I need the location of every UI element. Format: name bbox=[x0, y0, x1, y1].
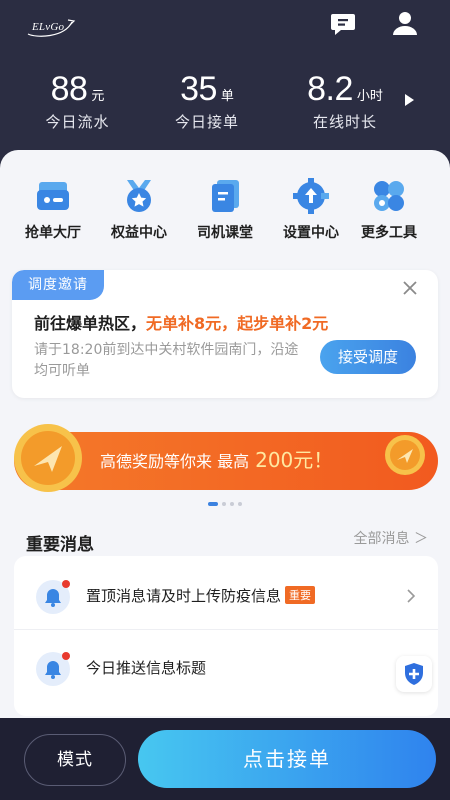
tool-label: 设置中心 bbox=[283, 225, 339, 241]
tool-label: 更多工具 bbox=[361, 225, 417, 241]
dispatch-title-highlight: 无单补8元，起步单补2元 bbox=[146, 314, 329, 333]
message-icon[interactable] bbox=[330, 10, 356, 36]
bottom-bar: 模式 点击接单 bbox=[0, 718, 450, 800]
tool-label: 权益中心 bbox=[111, 225, 167, 241]
tool-label: 抢单大厅 bbox=[25, 225, 81, 241]
messages-heading: 重要消息 bbox=[26, 535, 94, 555]
carousel-dots bbox=[208, 502, 248, 508]
header: ELvGo 88 元 今日流水 35 单 今日接单 8.2 小时 在线时长 bbox=[0, 0, 450, 150]
play-arrow-icon[interactable] bbox=[402, 92, 416, 106]
dispatch-card: 调度邀请 前往爆单热区，无单补8元，起步单补2元 请于18:20前到达中关村软件… bbox=[12, 270, 438, 398]
tool-label: 司机课堂 bbox=[197, 225, 253, 241]
order-hall-icon bbox=[37, 182, 69, 210]
dispatch-tag: 调度邀请 bbox=[12, 270, 104, 300]
all-messages-link[interactable]: 全部消息 ＞ bbox=[354, 528, 428, 548]
stat-value: 8.2 bbox=[307, 70, 353, 108]
shield-icon bbox=[405, 663, 423, 685]
tool-more[interactable]: 更多工具 bbox=[346, 178, 432, 242]
dispatch-title-prefix: 前往爆单热区， bbox=[34, 314, 147, 333]
main-panel: 抢单大厅 权益中心 司机课堂 设置中心 更多工具 调度邀请 前往爆单热区，无单补… bbox=[0, 150, 450, 730]
stat-income[interactable]: 88 元 今日流水 bbox=[30, 70, 125, 132]
dispatch-description: 请于18:20前到达中关村软件园南门，沿途均可听单 bbox=[34, 342, 299, 379]
bell-icon bbox=[34, 578, 72, 616]
message-title: 今日推送信息标题 bbox=[86, 659, 207, 677]
tool-settings[interactable]: 设置中心 bbox=[268, 178, 354, 242]
app-logo: ELvGo bbox=[24, 16, 76, 38]
stat-label: 今日流水 bbox=[45, 113, 110, 131]
chevron-right-icon bbox=[406, 588, 416, 603]
stat-orders[interactable]: 35 单 今日接单 bbox=[162, 70, 252, 132]
tool-benefits[interactable]: 权益中心 bbox=[96, 178, 182, 242]
stat-value: 35 bbox=[180, 70, 217, 108]
coin-icon bbox=[8, 418, 88, 502]
safety-shield-button[interactable] bbox=[396, 656, 432, 692]
book-icon bbox=[212, 180, 239, 212]
tool-driver-class[interactable]: 司机课堂 bbox=[182, 178, 268, 242]
stat-value: 88 bbox=[50, 70, 88, 108]
stat-online-time[interactable]: 8.2 小时 在线时长 bbox=[295, 70, 395, 132]
user-icon[interactable] bbox=[392, 10, 418, 36]
tool-grid: 抢单大厅 权益中心 司机课堂 设置中心 更多工具 bbox=[0, 178, 450, 258]
stat-unit: 元 bbox=[91, 89, 105, 104]
message-list: 置顶消息请及时上传防疫信息 重要 今日推送信息标题 bbox=[14, 556, 438, 716]
banner-text: 高德奖励等你来 最高 200元！ bbox=[100, 444, 333, 473]
carousel-dot[interactable] bbox=[222, 502, 226, 506]
close-icon[interactable] bbox=[402, 280, 418, 296]
list-item[interactable]: 置顶消息请及时上传防疫信息 重要 bbox=[14, 560, 438, 630]
stat-label: 在线时长 bbox=[312, 113, 377, 131]
accept-dispatch-button[interactable]: 接受调度 bbox=[320, 340, 416, 374]
promo-banner[interactable]: 高德奖励等你来 最高 200元！ bbox=[0, 418, 450, 508]
stat-label: 今日接单 bbox=[174, 113, 239, 131]
carousel-dot-active[interactable] bbox=[208, 502, 218, 506]
stats-row: 88 元 今日流水 35 单 今日接单 8.2 小时 在线时长 bbox=[0, 70, 450, 140]
tool-order-hall[interactable]: 抢单大厅 bbox=[10, 178, 96, 242]
carousel-dot[interactable] bbox=[238, 502, 242, 506]
message-text: 置顶消息请及时上传防疫信息 重要 bbox=[86, 585, 316, 606]
medal-icon bbox=[127, 180, 151, 212]
stat-unit: 单 bbox=[220, 89, 234, 104]
message-title: 置顶消息请及时上传防疫信息 bbox=[86, 587, 282, 605]
more-tools-icon bbox=[374, 181, 404, 211]
banner-amount: 200元！ bbox=[255, 448, 334, 472]
logo-text: ELvGo bbox=[32, 21, 65, 33]
coin-icon bbox=[382, 432, 428, 482]
dispatch-title: 前往爆单热区，无单补8元，起步单补2元 bbox=[34, 310, 328, 334]
carousel-dot[interactable] bbox=[230, 502, 234, 506]
stat-unit: 小时 bbox=[356, 89, 383, 104]
take-order-button[interactable]: 点击接单 bbox=[138, 730, 436, 788]
mode-button[interactable]: 模式 bbox=[24, 734, 126, 786]
important-badge: 重要 bbox=[285, 586, 316, 604]
bell-icon bbox=[34, 650, 72, 688]
list-item[interactable]: 今日推送信息标题 bbox=[14, 632, 438, 702]
gear-icon bbox=[293, 178, 329, 214]
banner-label: 高德奖励等你来 最高 bbox=[100, 452, 250, 471]
